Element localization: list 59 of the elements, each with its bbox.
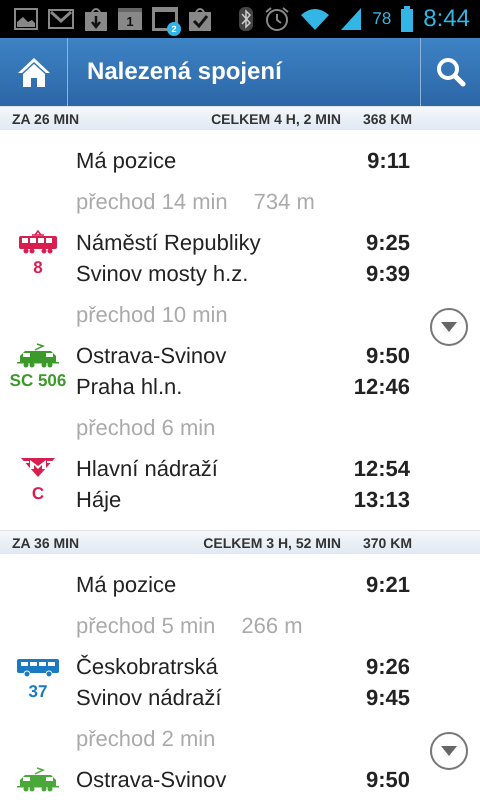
transfer-duration: přechod 14 min bbox=[76, 188, 228, 214]
total-duration: CELKEM 4 H, 2 MIN bbox=[211, 110, 341, 126]
stop-name: Praha hl.n. bbox=[76, 372, 184, 400]
wifi-icon bbox=[300, 7, 330, 31]
download-bag-icon bbox=[84, 6, 108, 32]
total-duration: CELKEM 3 H, 52 MIN bbox=[203, 534, 341, 550]
stop-name: Svinov nádraží bbox=[76, 684, 223, 712]
departure-time: 9:50 bbox=[366, 766, 410, 794]
transfer-duration: přechod 5 min bbox=[76, 612, 216, 638]
stop-name: Háje bbox=[76, 486, 122, 514]
line-number: C bbox=[32, 484, 44, 504]
departure-time: 9:21 bbox=[366, 572, 410, 598]
battery-level: 78 bbox=[372, 9, 392, 29]
bluetooth-icon bbox=[238, 6, 254, 32]
total-distance: 368 KM bbox=[362, 110, 412, 126]
transfer-distance: 734 m bbox=[254, 188, 315, 214]
stop-name: Svinov mosty h.z. bbox=[76, 260, 250, 288]
stop-name: Náměstí Republiky bbox=[76, 228, 262, 257]
departure-countdown: ZA 36 MIN bbox=[12, 534, 80, 550]
expand-button[interactable] bbox=[430, 308, 468, 346]
signal-icon bbox=[340, 7, 362, 31]
place-name: Má pozice bbox=[76, 572, 176, 598]
calendar-icon: 1 bbox=[118, 8, 142, 30]
stop-name: Hlavní nádraží bbox=[76, 454, 219, 482]
place-name: Má pozice bbox=[76, 148, 176, 174]
departure-countdown: ZA 26 MIN bbox=[12, 110, 80, 126]
caret-down-icon bbox=[440, 745, 458, 757]
departure-time: 9:25 bbox=[366, 228, 410, 256]
line-number: 37 bbox=[28, 682, 48, 702]
transfer-duration: přechod 6 min bbox=[76, 414, 216, 440]
screen-title: Nalezená spojení bbox=[86, 57, 284, 87]
expand-button[interactable] bbox=[430, 732, 468, 770]
alarm-icon bbox=[264, 6, 290, 32]
notification-badge: 2 bbox=[167, 22, 181, 36]
arrival-time: 9:39 bbox=[366, 260, 410, 288]
line-number: 8 bbox=[33, 258, 43, 278]
departure-time: 12:54 bbox=[354, 454, 410, 482]
stop-name: Českobratrská bbox=[76, 652, 219, 680]
line-number: SC 506 bbox=[10, 371, 66, 391]
arrival-time: 9:45 bbox=[366, 684, 410, 712]
mail-icon bbox=[48, 9, 74, 29]
picture-icon bbox=[14, 8, 38, 30]
transfer-distance: 266 m bbox=[241, 612, 303, 638]
home-icon bbox=[16, 56, 52, 88]
caret-down-icon bbox=[440, 321, 458, 333]
transfer-duration: přechod 10 min bbox=[76, 302, 228, 328]
arrival-time: 12:46 bbox=[354, 372, 410, 400]
stop-name: Ostrava-Svinov bbox=[76, 766, 228, 794]
transfer-duration: přechod 2 min bbox=[76, 726, 216, 752]
arrival-time: 13:13 bbox=[354, 486, 410, 514]
check-bag-icon bbox=[188, 6, 212, 32]
clock: 8:44 bbox=[423, 5, 470, 33]
stop-name: Ostrava-Svinov bbox=[76, 342, 228, 370]
battery-icon bbox=[401, 6, 414, 32]
departure-time: 9:26 bbox=[366, 652, 410, 680]
departure-time: 9:11 bbox=[367, 148, 410, 174]
search-icon bbox=[436, 57, 466, 87]
total-distance: 370 KM bbox=[362, 534, 412, 550]
departure-time: 9:50 bbox=[364, 342, 410, 370]
